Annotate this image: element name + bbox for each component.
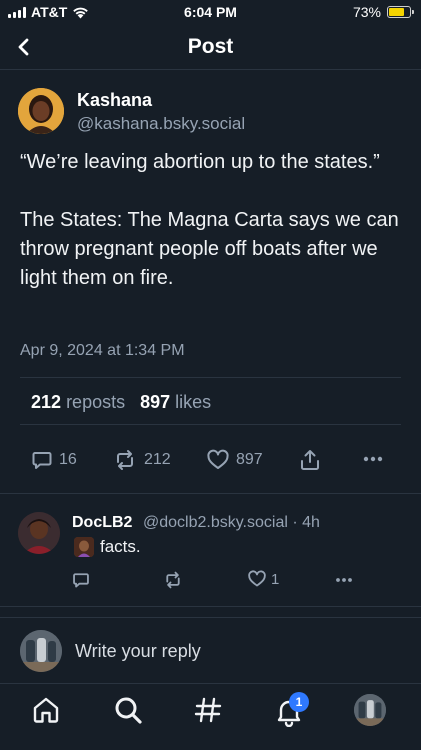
reply-like-button[interactable]: 1 xyxy=(247,570,279,588)
reply-more-icon[interactable] xyxy=(334,574,354,586)
post-timestamp: Apr 9, 2024 at 1:34 PM xyxy=(20,342,185,359)
reply-count: 16 xyxy=(59,451,77,468)
reply-button[interactable]: 16 xyxy=(31,449,77,471)
home-icon[interactable] xyxy=(31,695,61,725)
page-title: Post xyxy=(187,35,234,58)
like-count: 897 xyxy=(236,451,263,468)
author-handle[interactable]: @kashana.bsky.social xyxy=(77,114,245,134)
divider xyxy=(20,424,401,425)
status-bar: AT&T 6:04 PM 73% xyxy=(0,0,421,26)
screen: AT&T 6:04 PM 73% Post Kashana @kashana.b… xyxy=(0,0,421,750)
header: Post xyxy=(0,26,421,70)
reply-author-avatar[interactable] xyxy=(18,512,60,554)
divider xyxy=(0,617,421,618)
divider xyxy=(20,377,401,378)
reply-text: facts. xyxy=(100,537,141,556)
reply-author-handle[interactable]: @doclb2.bsky.social · 4h xyxy=(143,514,320,532)
woman-emoji-icon xyxy=(74,537,94,557)
reply-author-name[interactable]: DocLB2 xyxy=(72,514,132,532)
profile-tab-avatar[interactable] xyxy=(354,694,386,726)
my-avatar xyxy=(20,630,62,672)
like-button[interactable]: 897 xyxy=(206,449,263,471)
post-stats: 212 reposts 897 likes xyxy=(31,392,211,413)
repost-icon xyxy=(117,450,133,470)
reply-like-count: 1 xyxy=(271,570,280,588)
reply-text-row: facts. xyxy=(74,537,141,557)
reply-heart-icon xyxy=(248,570,266,587)
more-options-icon[interactable] xyxy=(362,452,384,466)
divider xyxy=(0,606,421,607)
likes-label[interactable]: likes xyxy=(175,392,211,412)
likes-count[interactable]: 897 xyxy=(140,392,170,412)
reply-bubble-icon xyxy=(32,452,52,469)
repost-count: 212 xyxy=(144,451,171,468)
notifications-badge: 1 xyxy=(289,692,309,712)
post-text: “We’re leaving abortion up to the states… xyxy=(20,151,399,289)
divider xyxy=(0,493,421,494)
reposts-label[interactable]: reposts xyxy=(66,392,125,412)
reply-composer-input[interactable]: Write your reply xyxy=(75,641,201,662)
reply-reply-icon[interactable] xyxy=(72,571,90,589)
search-icon[interactable] xyxy=(113,695,143,725)
author-avatar[interactable] xyxy=(18,88,64,134)
status-right: 73% xyxy=(352,4,414,20)
repost-button[interactable]: 212 xyxy=(112,449,171,471)
feeds-hashtag-icon[interactable] xyxy=(193,695,223,725)
reposts-count[interactable]: 212 xyxy=(31,392,61,412)
share-icon[interactable] xyxy=(299,449,321,471)
author-display-name[interactable]: Kashana xyxy=(77,90,152,111)
reply-repost-icon[interactable] xyxy=(162,571,184,589)
heart-icon xyxy=(207,449,229,469)
battery-percent: 73% xyxy=(352,4,381,20)
battery-icon xyxy=(387,6,414,18)
